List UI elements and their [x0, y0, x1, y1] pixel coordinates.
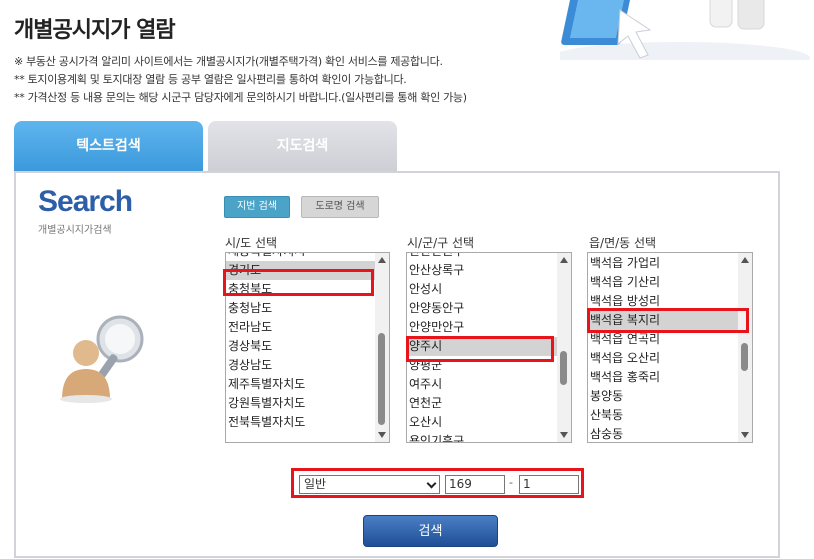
scroll-up-icon[interactable] [378, 257, 386, 263]
list-item[interactable]: 용인기흥구 [407, 432, 571, 442]
chevron-down-icon [426, 478, 437, 489]
list-item[interactable]: 제주특별자치도 [226, 375, 389, 394]
scroll-down-icon[interactable] [378, 432, 386, 438]
main-number-input[interactable]: 169 [445, 475, 505, 494]
list-item[interactable]: 경상남도 [226, 356, 389, 375]
lot-number-form: 일반 169 - 1 [291, 468, 584, 498]
land-type-select[interactable]: 일반 [299, 475, 440, 494]
list-item[interactable]: 백석읍 기산리 [588, 273, 752, 292]
eupmyeondong-label: 읍/면/동 선택 [589, 236, 657, 250]
list-item[interactable]: 안산단원구 [407, 253, 571, 261]
selection-highlight-sigungu [406, 336, 554, 362]
notice-line: ** 토지이용계획 및 토지대장 열람 등 공부 열람은 일사편리를 통하여 확… [14, 73, 407, 86]
eupmyeondong-listbox[interactable]: 백석읍 가업리 백석읍 기산리 백석읍 방성리 백석읍 복지리 백석읍 연곡리 … [587, 252, 753, 443]
notice-line: ** 가격산정 등 내용 문의는 해당 시군구 담당자에게 문의하시기 바랍니다… [14, 91, 467, 104]
selection-highlight-sido [223, 269, 374, 296]
list-item[interactable]: 백석읍 오산리 [588, 349, 752, 368]
list-item[interactable]: 오산시 [407, 413, 571, 432]
sub-number-input[interactable]: 1 [519, 475, 579, 494]
scroll-up-icon[interactable] [560, 257, 568, 263]
selection-highlight-eupmyeondong [587, 308, 749, 333]
list-item[interactable]: 안양만안구 [407, 318, 571, 337]
tab-map-search[interactable]: 지도검색 [208, 121, 397, 173]
search-logo: Search [38, 185, 133, 218]
scroll-thumb[interactable] [560, 351, 567, 385]
jibun-search-button[interactable]: 지번 검색 [224, 196, 290, 218]
scrollbar[interactable] [557, 253, 571, 442]
list-item[interactable]: 안산상록구 [407, 261, 571, 280]
sigungu-label: 시/군/구 선택 [407, 236, 475, 250]
list-item[interactable]: 경상북도 [226, 337, 389, 356]
list-item[interactable]: 충청남도 [226, 299, 389, 318]
scroll-thumb[interactable] [378, 333, 385, 425]
land-type-value: 일반 [304, 477, 327, 491]
header-illustration [560, 0, 814, 60]
list-item[interactable]: 안양동안구 [407, 299, 571, 318]
scroll-thumb[interactable] [741, 343, 748, 371]
list-item[interactable]: 여주시 [407, 375, 571, 394]
scroll-down-icon[interactable] [741, 432, 749, 438]
sido-label: 시/도 선택 [225, 236, 278, 250]
list-item[interactable]: 봉양동 [588, 387, 752, 406]
list-item[interactable]: 백석읍 가업리 [588, 254, 752, 273]
list-item[interactable]: 강원특별자치도 [226, 394, 389, 413]
list-item[interactable]: 연천군 [407, 394, 571, 413]
list-item[interactable]: 안성시 [407, 280, 571, 299]
scrollbar[interactable] [375, 253, 389, 442]
page-title: 개별공시지가 열람 [14, 18, 176, 43]
number-separator: - [509, 476, 513, 489]
notice-line: ※ 부동산 공시가격 알리미 사이트에서는 개별공시지가(개별주택가격) 확인 … [14, 55, 443, 68]
list-item[interactable]: 세종특별자치시 [226, 253, 389, 261]
tab-text-search[interactable]: 텍스트검색 [14, 121, 203, 173]
search-logo-subtitle: 개별공시지가검색 [38, 225, 112, 236]
list-item[interactable]: 전라남도 [226, 318, 389, 337]
list-item[interactable]: 산북동 [588, 406, 752, 425]
list-item[interactable]: 백석읍 홍죽리 [588, 368, 752, 387]
scroll-down-icon[interactable] [560, 432, 568, 438]
list-item[interactable]: 전북특별자치도 [226, 413, 389, 432]
road-name-search-button[interactable]: 도로명 검색 [301, 196, 379, 218]
search-panel: Search 개별공시지가검색 지번 검색 도로명 검색 시/도 선택 시/군/… [14, 171, 780, 558]
list-item[interactable]: 삼숭동 [588, 425, 752, 442]
scroll-up-icon[interactable] [741, 257, 749, 263]
search-button[interactable]: 검색 [363, 515, 498, 547]
person-magnifier-icon [48, 313, 158, 403]
scrollbar[interactable] [738, 253, 752, 442]
